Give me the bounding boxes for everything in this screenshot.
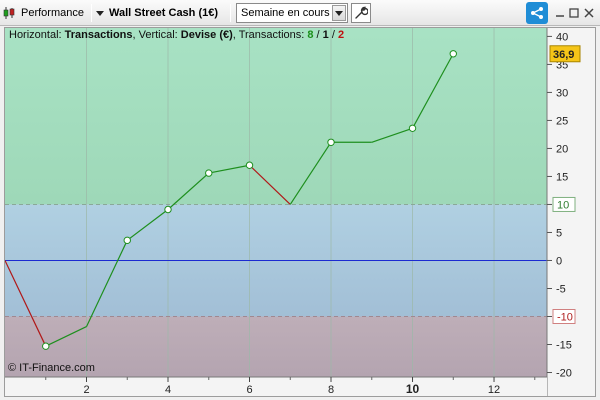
y-tick-label: 15 — [556, 171, 568, 183]
period-value: Semaine en cours — [241, 7, 330, 19]
toolbar: Performance Wall Street Cash (1€) Semain… — [0, 0, 600, 26]
x-tick-label: 4 — [165, 384, 171, 396]
x-tick-label: 8 — [328, 384, 334, 396]
y-tick-label: 40 — [556, 31, 568, 43]
data-point[interactable] — [408, 124, 417, 132]
current-value-tag: 36,9 — [549, 45, 581, 63]
data-point[interactable] — [123, 236, 131, 245]
y-tick-label: 20 — [556, 143, 568, 155]
transactions-losses: 2 — [337, 29, 345, 41]
chart-area[interactable]: 40 35 30 25 20 15 5 0 -5 -15 -20 10 -10 36,9 2 4 6 8 10 12… — [4, 27, 596, 397]
data-point[interactable] — [42, 342, 50, 350]
data-point[interactable] — [449, 50, 457, 58]
close-icon — [584, 8, 594, 18]
y-tick-label: 5 — [556, 227, 562, 239]
y-tick-label: -15 — [556, 340, 572, 352]
y-tick-label: 30 — [556, 87, 568, 99]
lower-band-tag-label: -10 — [557, 311, 573, 323]
data-point[interactable] — [205, 169, 213, 177]
y-tick-label: -5 — [556, 283, 566, 295]
lower-band-tag: -10 — [552, 308, 576, 324]
upper-band-tag-label: 10 — [557, 199, 569, 211]
y-tick-label: -20 — [556, 368, 572, 380]
wrench-icon — [355, 6, 368, 19]
performance-button[interactable]: Performance — [3, 3, 89, 23]
y-tick-label: 25 — [556, 115, 568, 127]
x-tick-label: 6 — [246, 384, 252, 396]
x-tick-label: 2 — [83, 384, 89, 396]
maximize-icon — [569, 8, 579, 18]
legend-vertical-prefix: , Vertical: — [132, 29, 181, 41]
legend-separator: / — [313, 29, 323, 41]
instrument-label: Wall Street Cash (1€) — [109, 7, 219, 19]
caret-down-icon — [96, 10, 104, 16]
x-tick-label: 10 — [406, 382, 420, 396]
y-tick-label: 0 — [556, 255, 562, 267]
upper-band-tag: 10 — [552, 196, 576, 212]
share-button[interactable] — [526, 2, 548, 24]
period-select[interactable]: Semaine en cours — [236, 3, 348, 23]
legend-vertical: Devise (€) — [180, 29, 233, 41]
data-point[interactable] — [245, 161, 254, 169]
close-button[interactable] — [582, 3, 596, 23]
chart-legend: Horizontal: Transactions, Vertical: Devi… — [9, 29, 344, 41]
x-tick-label: 12 — [488, 384, 500, 396]
legend-prefix: Horizontal: — [9, 29, 65, 41]
minimize-icon — [556, 15, 564, 17]
copyright-text: © IT-Finance.com — [8, 362, 95, 374]
share-icon — [531, 7, 543, 19]
current-value-label: 36,9 — [553, 49, 574, 61]
data-point[interactable] — [327, 138, 335, 146]
performance-label: Performance — [21, 7, 84, 19]
legend-tx-prefix: , Transactions: — [232, 29, 308, 41]
performance-chart[interactable]: 40353025201550-5-15-2010-1036,9 2 4 6 8 10 12 — [5, 28, 595, 396]
toolbar-divider — [91, 4, 92, 22]
data-point[interactable] — [164, 205, 172, 214]
chevron-down-icon[interactable] — [332, 5, 346, 21]
minimize-button[interactable] — [554, 3, 566, 23]
toolbar-divider — [230, 4, 231, 22]
maximize-button[interactable] — [568, 3, 580, 23]
candlestick-icon — [3, 7, 15, 19]
instrument-selector[interactable]: Wall Street Cash (1€) — [96, 3, 226, 23]
settings-button[interactable] — [351, 3, 371, 23]
legend-separator: / — [328, 29, 338, 41]
legend-horizontal: Transactions — [64, 29, 133, 41]
